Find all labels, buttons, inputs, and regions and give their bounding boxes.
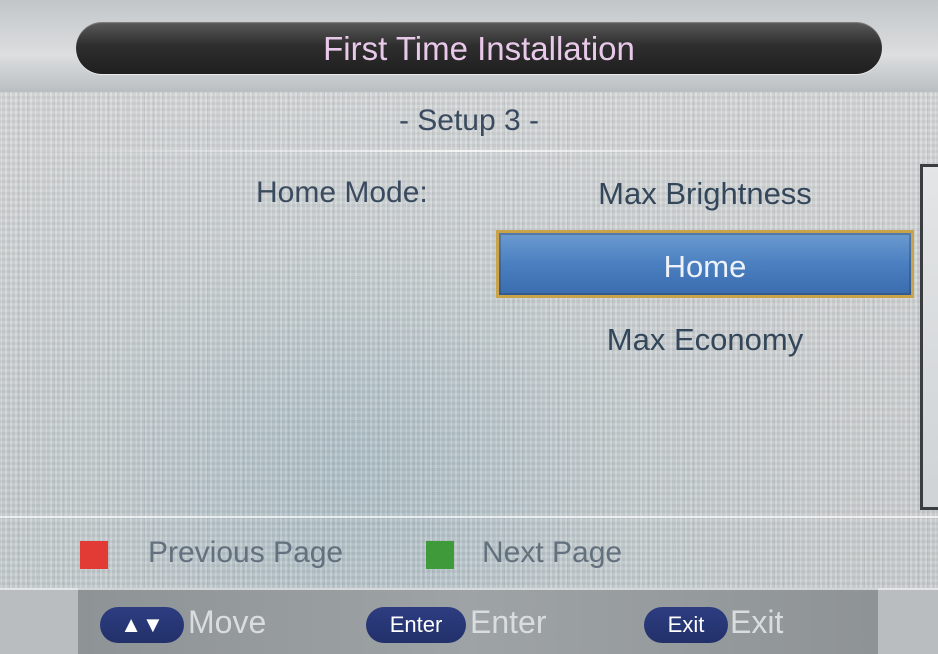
- up-down-arrows-icon: ▲▼: [100, 607, 184, 643]
- option-max-economy[interactable]: Max Economy: [496, 322, 914, 358]
- option-max-brightness[interactable]: Max Brightness: [496, 176, 914, 212]
- option-home-selected[interactable]: Home: [496, 230, 914, 298]
- page-title: First Time Installation: [323, 30, 635, 67]
- exit-hint-label: Exit: [730, 604, 784, 640]
- green-key-icon: [426, 541, 454, 569]
- tv-osd-screen: First Time Installation - Setup 3 - Home…: [0, 0, 938, 654]
- home-mode-label: Home Mode:: [256, 176, 428, 209]
- divider: [0, 516, 938, 518]
- setup-step-title: - Setup 3 -: [398, 104, 540, 137]
- move-hint-label: Move: [188, 604, 267, 640]
- scrollbar[interactable]: [920, 164, 938, 510]
- next-page-hint[interactable]: Next Page: [482, 536, 622, 570]
- divider: [0, 150, 938, 152]
- title-bar: First Time Installation: [76, 22, 882, 74]
- enter-key-badge: Enter: [366, 607, 466, 643]
- red-key-icon: [80, 541, 108, 569]
- previous-page-hint[interactable]: Previous Page: [148, 536, 343, 570]
- exit-key-badge: Exit: [644, 607, 728, 643]
- enter-hint-label: Enter: [470, 604, 547, 640]
